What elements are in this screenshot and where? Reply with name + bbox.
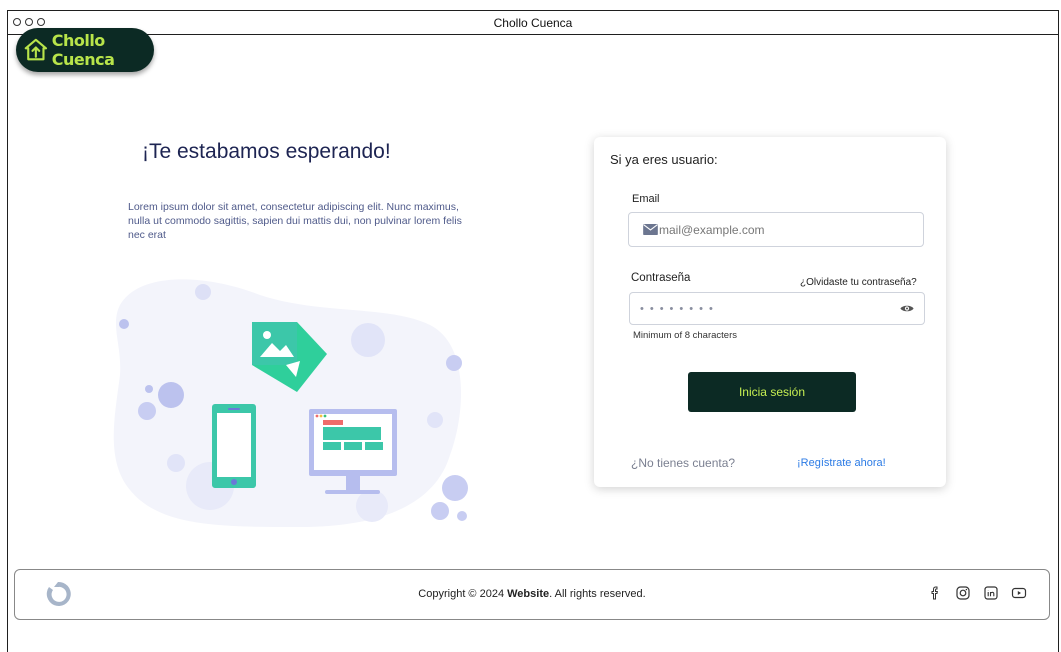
password-hint: Minimum of 8 characters [633,330,738,341]
no-account-text: ¿No tienes cuenta? [631,456,736,470]
mail-icon [643,224,658,235]
hero-text: Lorem ipsum dolor sit amet, consectetur … [128,201,462,241]
logo-text: Chollo Cuenca [51,31,115,69]
forgot-password-link[interactable]: ¿Olvidaste tu contraseña? [800,277,917,288]
phone-graphic [212,404,256,488]
password-field[interactable]: •••••••• [629,292,925,325]
copyright-suffix: . All rights reserved. [549,588,646,600]
minimize-dot[interactable] [25,18,33,26]
house-arrow-icon [24,38,48,61]
devices-illustration [113,279,468,527]
copyright-brand[interactable]: Website [507,588,549,600]
email-label: Email [632,193,660,205]
password-label: Contraseña [631,272,691,284]
email-input[interactable] [659,222,923,237]
login-card: Si ya eres usuario: Email Contraseña ¿Ol… [594,137,946,487]
copyright-prefix: Copyright © 2024 [418,588,508,600]
login-title: Si ya eres usuario: [610,152,718,167]
youtube-icon[interactable] [1011,585,1027,601]
login-button[interactable]: Inicia sesión [688,372,856,412]
hero-title: ¡Te estabamos esperando! [142,140,391,163]
password-input[interactable]: •••••••• [640,303,900,315]
linkedin-icon[interactable] [983,585,999,601]
eye-icon[interactable] [900,304,914,313]
email-field[interactable] [628,212,924,247]
instagram-icon[interactable] [955,585,971,601]
register-link[interactable]: ¡Regístrate ahora! [797,457,886,469]
footer: Copyright © 2024 Website. All rights res… [14,569,1050,620]
close-dot[interactable] [13,18,21,26]
maximize-dot[interactable] [37,18,45,26]
brand-logo[interactable]: Chollo Cuenca [16,28,154,72]
facebook-icon[interactable] [927,585,943,601]
social-links [927,585,1027,601]
window-title: Chollo Cuenca [493,15,573,30]
window-controls [13,18,45,26]
title-bar: Chollo Cuenca [8,11,1058,35]
copyright-text: Copyright © 2024 Website. All rights res… [15,588,1049,600]
